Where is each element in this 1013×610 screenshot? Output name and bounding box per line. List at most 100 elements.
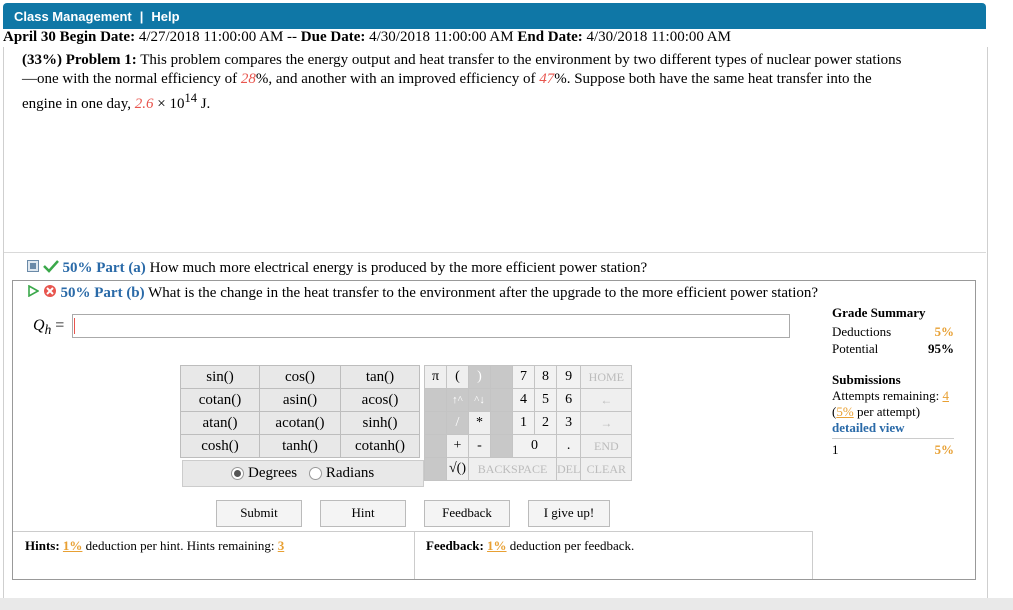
key-tan[interactable]: tan() bbox=[340, 365, 420, 389]
key-blank-1[interactable] bbox=[490, 365, 513, 389]
key-dot[interactable]: . bbox=[555, 434, 582, 458]
give-up-button[interactable]: I give up! bbox=[528, 500, 610, 527]
key-blank-2[interactable] bbox=[424, 388, 447, 412]
key-asin[interactable]: asin() bbox=[259, 388, 341, 412]
submit-button[interactable]: Submit bbox=[216, 500, 302, 527]
key-star[interactable]: * bbox=[468, 411, 491, 435]
key-acotan[interactable]: acotan() bbox=[259, 411, 341, 435]
submissions-panel: Submissions Attempts remaining: 4 (5% pe… bbox=[832, 372, 954, 458]
key-clear[interactable]: CLEAR bbox=[580, 457, 633, 481]
begin-date-value: 4/27/2018 11:00:00 AM bbox=[138, 29, 284, 45]
key-1[interactable]: 1 bbox=[512, 411, 535, 435]
key-7[interactable]: 7 bbox=[512, 365, 535, 389]
key-4[interactable]: 4 bbox=[512, 388, 535, 412]
power-exponent: 14 bbox=[184, 91, 197, 105]
hint-button[interactable]: Hint bbox=[320, 500, 406, 527]
key-cos[interactable]: cos() bbox=[259, 365, 341, 389]
key-5[interactable]: 5 bbox=[534, 388, 557, 412]
answer-input[interactable] bbox=[72, 314, 790, 338]
key-sin[interactable]: sin() bbox=[180, 365, 260, 389]
efficiency-normal: 28 bbox=[240, 71, 256, 87]
key-8[interactable]: 8 bbox=[534, 365, 557, 389]
key-rparen[interactable]: ) bbox=[468, 365, 491, 389]
part-a-row[interactable]: 50% Part (a) How much more electrical en… bbox=[27, 259, 647, 278]
feedback-button[interactable]: Feedback bbox=[424, 500, 510, 527]
key-home[interactable]: HOME bbox=[580, 365, 633, 389]
attempts-label: Attempts remaining: bbox=[832, 388, 940, 403]
key-9[interactable]: 9 bbox=[555, 365, 582, 389]
potential-value: 95% bbox=[928, 341, 954, 356]
problem-statement: (33%) Problem 1: This problem compares t… bbox=[22, 51, 902, 114]
key-blank-6[interactable] bbox=[424, 434, 447, 458]
key-2[interactable]: 2 bbox=[534, 411, 557, 435]
degrees-option[interactable]: Degrees bbox=[231, 465, 297, 481]
number-keypad: π ( ) 7 8 9 HOME ↑^ ^↓ 4 5 6 ← / * 1 2 3… bbox=[424, 365, 633, 481]
key-backspace[interactable]: BACKSPACE bbox=[468, 457, 557, 481]
key-pi[interactable]: π bbox=[424, 365, 447, 389]
key-6[interactable]: 6 bbox=[555, 388, 582, 412]
end-date-value: 4/30/2018 11:00:00 AM bbox=[586, 29, 731, 45]
key-blank-5[interactable] bbox=[490, 411, 513, 435]
key-sinh[interactable]: sinh() bbox=[340, 411, 420, 435]
key-right[interactable]: → bbox=[580, 411, 633, 435]
key-tanh[interactable]: tanh() bbox=[259, 434, 341, 458]
menu-class-management[interactable]: Class Management bbox=[14, 9, 132, 24]
submission-row-number: 1 bbox=[832, 442, 839, 457]
part-b-label: 50% Part (b) bbox=[60, 284, 145, 301]
key-acos[interactable]: acos() bbox=[340, 388, 420, 412]
hints-panel: Hints: 1% deduction per hint. Hints rema… bbox=[13, 531, 415, 579]
key-left[interactable]: ← bbox=[580, 388, 633, 412]
key-minus[interactable]: - bbox=[468, 434, 491, 458]
function-keypad: sin() cos() tan() cotan() asin() acos() … bbox=[180, 365, 420, 458]
answer-label: Qh = bbox=[33, 317, 64, 338]
begin-date-label: Begin Date: bbox=[59, 29, 136, 45]
key-plus[interactable]: + bbox=[446, 434, 469, 458]
key-blank-3[interactable] bbox=[490, 388, 513, 412]
key-0[interactable]: 0 bbox=[512, 434, 557, 458]
key-up[interactable]: ↑^ bbox=[446, 388, 469, 412]
menu-help[interactable]: Help bbox=[151, 9, 179, 24]
expand-box-icon[interactable] bbox=[27, 260, 39, 277]
key-down[interactable]: ^↓ bbox=[468, 388, 491, 412]
degrees-radio[interactable] bbox=[231, 467, 244, 481]
detailed-view-link[interactable]: detailed view bbox=[832, 420, 954, 436]
per-attempt-value: 5% bbox=[836, 404, 854, 419]
key-blank-7[interactable] bbox=[490, 434, 513, 458]
key-3[interactable]: 3 bbox=[555, 411, 582, 435]
radians-option[interactable]: Radians bbox=[308, 465, 375, 481]
answer-equals: = bbox=[55, 317, 65, 334]
key-end[interactable]: END bbox=[580, 434, 633, 458]
submissions-title: Submissions bbox=[832, 372, 901, 387]
key-blank-4[interactable] bbox=[424, 411, 447, 435]
feedback-panel: Feedback: 1% deduction per feedback. bbox=[414, 531, 813, 579]
feedback-pct: 1% bbox=[487, 538, 507, 553]
hints-pct: 1% bbox=[62, 538, 83, 553]
grade-summary-title: Grade Summary bbox=[832, 305, 926, 320]
top-menu-bar: Class Management | Help bbox=[3, 3, 986, 29]
key-cotanh[interactable]: cotanh() bbox=[340, 434, 420, 458]
red-x-icon bbox=[43, 284, 57, 303]
due-date-value: 4/30/2018 11:00:00 AM bbox=[369, 29, 514, 45]
radians-radio[interactable] bbox=[308, 467, 322, 481]
key-cotan[interactable]: cotan() bbox=[180, 388, 260, 412]
key-del[interactable]: DEL bbox=[555, 457, 582, 481]
key-blank-8[interactable] bbox=[424, 457, 447, 481]
date-day: April 30 bbox=[3, 29, 56, 45]
part-b-row: 50% Part (b) What is the change in the h… bbox=[27, 284, 818, 303]
key-atan[interactable]: atan() bbox=[180, 411, 260, 435]
problem-text-2: %, and another with an improved efficien… bbox=[255, 71, 536, 87]
degrees-label: Degrees bbox=[248, 465, 298, 481]
key-lparen[interactable]: ( bbox=[446, 365, 469, 389]
hints-text: deduction per hint. Hints remaining: bbox=[85, 538, 275, 553]
efficiency-improved: 47 bbox=[539, 71, 555, 87]
key-cosh[interactable]: cosh() bbox=[180, 434, 260, 458]
due-date-label: Due Date: bbox=[300, 29, 366, 45]
key-slash[interactable]: / bbox=[446, 411, 469, 435]
part-a-label: 50% Part (a) bbox=[62, 259, 146, 276]
date-dash: -- bbox=[287, 29, 298, 45]
radians-label: Radians bbox=[325, 465, 375, 481]
submission-row-pct: 5% bbox=[934, 442, 955, 457]
problem-heading: (33%) Problem 1: bbox=[22, 52, 137, 68]
key-sqrt[interactable]: √() bbox=[446, 457, 469, 481]
angle-mode-selector: Degrees Radians bbox=[182, 460, 424, 487]
